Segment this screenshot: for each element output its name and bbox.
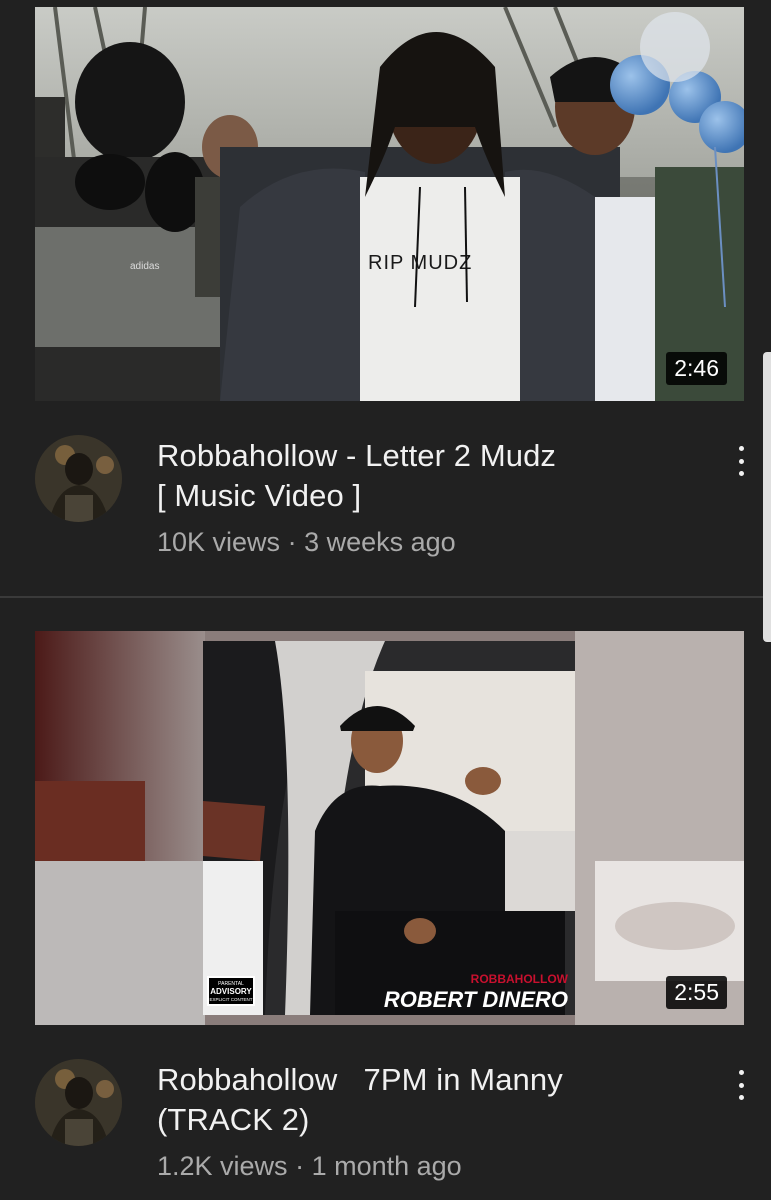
cover-artist-text: ROBBAHOLLOW	[471, 972, 569, 986]
video-stats: 10K views · 3 weeks ago	[157, 524, 697, 560]
separator-dot: ·	[295, 1151, 305, 1181]
cover-title-text: ROBERT DINERO	[384, 987, 568, 1012]
upload-age: 3 weeks ago	[304, 527, 456, 557]
separator-dot: ·	[287, 527, 297, 557]
scrollbar-thumb[interactable]	[763, 352, 771, 642]
video-metadata: Robbahollow - Letter 2 Mudz [ Music Vide…	[157, 436, 697, 560]
thumbnail-brand-text: adidas	[130, 261, 159, 272]
view-count: 1.2K views	[157, 1151, 288, 1181]
video-card[interactable]: adidas RIP MUDZ 2:46 Robbahollow - Lette…	[0, 0, 771, 598]
upload-age: 1 month ago	[311, 1151, 462, 1181]
video-feed: adidas RIP MUDZ 2:46 Robbahollow - Lette…	[0, 0, 771, 1200]
video-metadata: Robbahollow 7PM in Manny (TRACK 2) 1.2K …	[157, 1060, 697, 1184]
view-count: 10K views	[157, 527, 281, 557]
video-thumbnail[interactable]: PARENTAL ADVISORY EXPLICIT CONTENT ROBBA…	[35, 631, 744, 1025]
avatar-image	[35, 1059, 122, 1146]
video-title-line: (TRACK 2)	[157, 1102, 310, 1137]
channel-avatar[interactable]	[35, 1059, 122, 1146]
advisory-text: ADVISORY	[210, 987, 252, 996]
video-title[interactable]: Robbahollow 7PM in Manny (TRACK 2)	[157, 1060, 697, 1140]
advisory-text: EXPLICIT CONTENT	[210, 997, 253, 1002]
video-thumbnail[interactable]: adidas RIP MUDZ 2:46	[35, 7, 744, 401]
channel-avatar[interactable]	[35, 435, 122, 522]
avatar-image	[35, 435, 122, 522]
shirt-text: RIP MUDZ	[368, 252, 472, 274]
thumbnail-image: adidas RIP MUDZ	[35, 7, 744, 401]
video-card[interactable]: PARENTAL ADVISORY EXPLICIT CONTENT ROBBA…	[0, 598, 771, 1200]
more-vert-icon[interactable]	[735, 1070, 747, 1100]
thumbnail-image: PARENTAL ADVISORY EXPLICIT CONTENT ROBBA…	[35, 631, 744, 1025]
video-duration-badge: 2:55	[666, 976, 727, 1009]
more-vert-icon[interactable]	[735, 446, 747, 476]
video-stats: 1.2K views · 1 month ago	[157, 1148, 697, 1184]
video-title-line: [ Music Video ]	[157, 478, 362, 513]
video-duration-badge: 2:46	[666, 352, 727, 385]
video-title-line: Robbahollow - Letter 2 Mudz	[157, 438, 557, 473]
album-cover: PARENTAL ADVISORY EXPLICIT CONTENT ROBBA…	[203, 641, 575, 1015]
video-title-line: Robbahollow 7PM in Manny	[157, 1062, 563, 1097]
video-title[interactable]: Robbahollow - Letter 2 Mudz [ Music Vide…	[157, 436, 697, 516]
